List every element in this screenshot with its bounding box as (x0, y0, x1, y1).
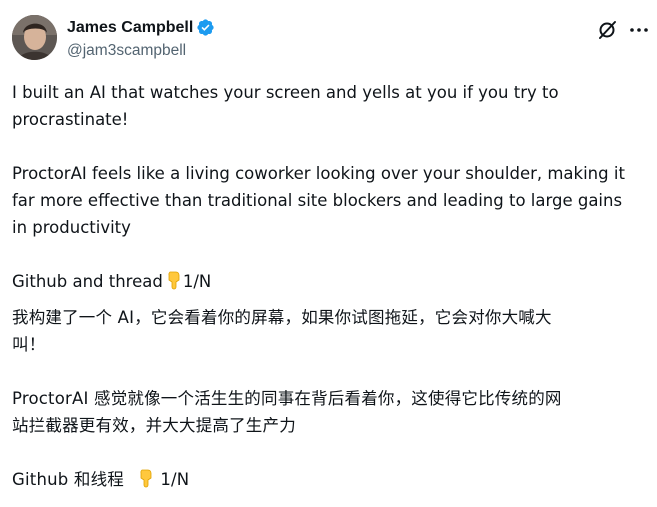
verified-badge-icon (196, 18, 215, 37)
thread-count: 1/N (182, 272, 212, 291)
grok-icon[interactable] (596, 19, 618, 41)
github-thread-text: Github and thread (12, 272, 163, 291)
avatar-image (12, 15, 57, 60)
author-handle[interactable]: @jam3scampbell (67, 42, 186, 60)
tweet-zh-line: 站拦截器更有效，并大大提高了生产力 (12, 416, 296, 435)
avatar[interactable] (12, 15, 57, 60)
more-horizontal-icon[interactable] (628, 20, 650, 40)
tweet-en-line: I built an AI that watches your screen a… (12, 83, 559, 102)
tweet-en-line: procrastinate! (12, 110, 129, 129)
author-display-name[interactable]: James Campbell (67, 19, 193, 37)
tweet-text: I built an AI that watches your screen a… (12, 79, 652, 493)
github-thread-text-zh: Github 和线程 (12, 470, 124, 489)
tweet-en-line: far more effective than traditional site… (12, 191, 623, 210)
tweet-zh-line: ProctorAI 感觉就像一个活生生的同事在背后看着你，这使得它比传统的网 (12, 389, 562, 408)
tweet-zh-github-line: Github 和线程 1/N (12, 466, 652, 493)
pointing-down-emoji-icon (135, 468, 155, 488)
tweet-zh-line: 叫！ (12, 335, 46, 354)
tweet-header: James Campbell @jam3scampbell (0, 0, 657, 72)
tweet-en-line: ProctorAI feels like a living coworker l… (12, 164, 625, 183)
pointing-down-emoji-icon (163, 270, 183, 290)
tweet-zh-line: 我构建了一个 AI，它会看着你的屏幕，如果你试图拖延，它会对你大喊大 (12, 308, 552, 327)
thread-count-zh: 1/N (160, 470, 190, 489)
tweet-en-github-line: Github and thread 1/N (12, 268, 652, 295)
tweet-en-line: in productivity (12, 218, 131, 237)
author-name-row: James Campbell (67, 18, 215, 37)
